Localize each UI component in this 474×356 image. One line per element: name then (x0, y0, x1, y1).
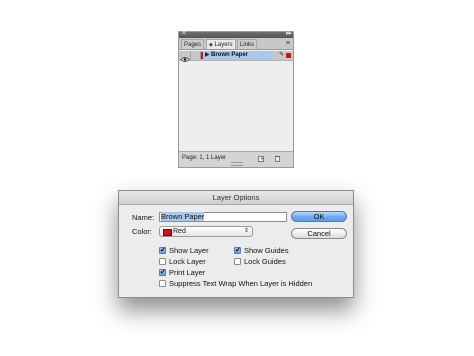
selection-indicator[interactable] (286, 53, 291, 58)
layers-panel: ✕ ▸▸ Pages ◆ Layers Links ≡ ▶ Brown Pape… (178, 30, 294, 168)
name-field-value: Brown Paper (161, 212, 205, 221)
new-layer-icon[interactable] (258, 155, 265, 162)
panel-menu-icon[interactable]: ≡ (286, 38, 290, 49)
expand-arrow-icon[interactable]: ▶ (205, 51, 210, 60)
layer-color-swatch (201, 52, 203, 59)
color-value: Red (173, 228, 186, 235)
dialog-title: Layer Options (119, 191, 353, 205)
tab-stepper-icon: ◆ (209, 42, 213, 48)
tab-links-label: Links (240, 42, 255, 48)
footer-status: Page: 1, 1 Layer (182, 155, 227, 161)
color-chip (163, 229, 172, 236)
trash-icon[interactable] (274, 155, 281, 162)
lock-layer-label: Lock Layer (169, 257, 206, 266)
lock-layer-checkbox[interactable] (159, 258, 166, 265)
layer-name-cell[interactable]: ▶ Brown Paper (204, 51, 273, 60)
eye-icon (180, 57, 190, 62)
layer-options-dialog: Layer Options Name: Brown Paper Color: R… (118, 190, 354, 298)
lock-guides-label: Lock Guides (244, 257, 286, 266)
print-layer-label: Print Layer (169, 268, 206, 277)
panel-tabbar: Pages ◆ Layers Links ≡ (179, 38, 293, 50)
lock-toggle[interactable] (191, 51, 201, 60)
tab-layers-label: Layers (214, 42, 233, 48)
cancel-button[interactable]: Cancel (291, 228, 347, 239)
suppress-text-wrap-label: Suppress Text Wrap When Layer is Hidden (169, 279, 313, 288)
color-label: Color: (132, 227, 153, 236)
name-label: Name: (132, 213, 155, 222)
layer-name: Brown Paper (211, 52, 249, 58)
tab-links[interactable]: Links (237, 39, 258, 49)
color-select[interactable]: Red ⇕ (159, 226, 253, 237)
print-layer-checkbox[interactable] (159, 268, 166, 277)
lock-guides-checkbox[interactable] (234, 258, 241, 265)
tab-pages-label: Pages (184, 42, 202, 48)
pen-icon: ✎ (278, 52, 284, 58)
suppress-text-wrap-checkbox[interactable] (159, 280, 166, 287)
panel-footer: Page: 1, 1 Layer (179, 151, 293, 167)
layer-list: ▶ Brown Paper ✎ (179, 50, 293, 152)
resize-grip[interactable] (231, 162, 243, 166)
show-layer-label: Show Layer (169, 246, 209, 255)
show-guides-checkbox[interactable] (234, 246, 241, 255)
chevron-updown-icon: ⇕ (243, 228, 249, 234)
ok-button[interactable]: OK (291, 211, 347, 222)
visibility-toggle[interactable] (180, 51, 191, 62)
layer-row[interactable]: ▶ Brown Paper ✎ (179, 51, 293, 62)
show-guides-label: Show Guides (244, 246, 289, 255)
tab-layers[interactable]: ◆ Layers (206, 39, 236, 49)
tab-pages[interactable]: Pages (181, 39, 205, 49)
show-layer-checkbox[interactable] (159, 246, 166, 255)
name-field[interactable]: Brown Paper (159, 212, 287, 222)
